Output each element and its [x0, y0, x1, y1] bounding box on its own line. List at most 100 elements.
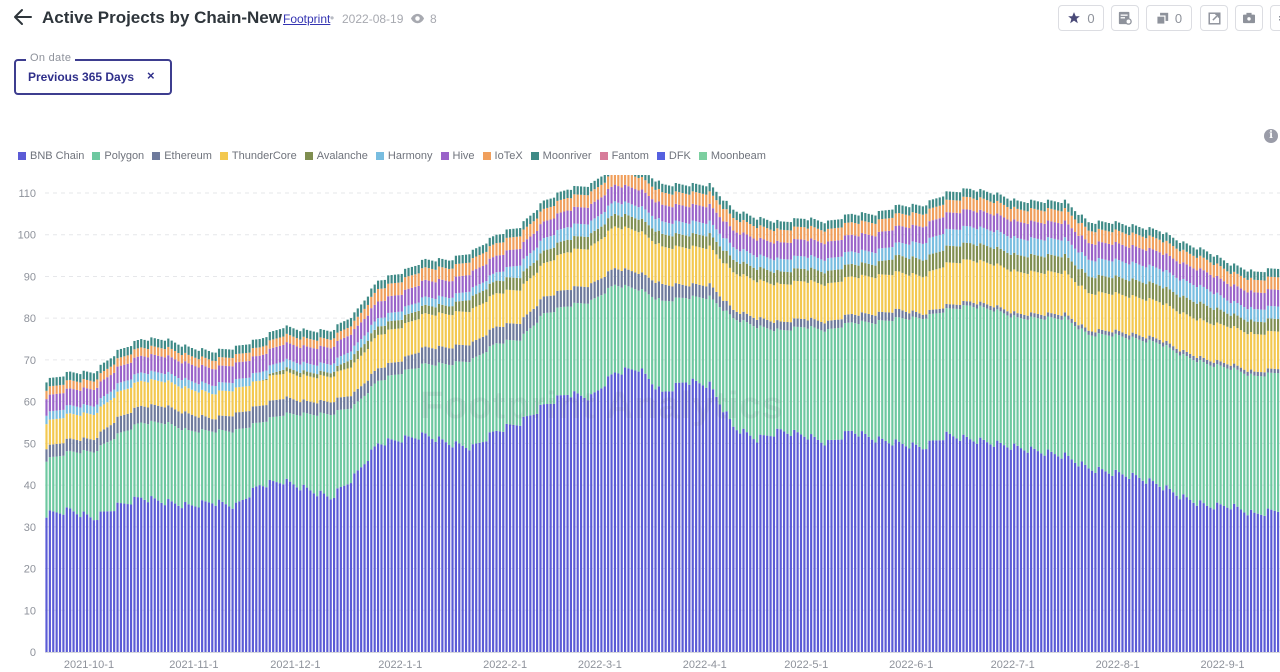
bar-segment — [1002, 196, 1006, 205]
legend-item[interactable]: ThunderCore — [219, 150, 297, 162]
bar-segment — [72, 405, 75, 415]
bar-segment — [975, 308, 979, 444]
bar-segment — [519, 265, 522, 279]
bar-segment — [887, 274, 891, 313]
bar-segment — [556, 213, 559, 231]
bar-segment — [783, 321, 786, 331]
bar-segment — [113, 422, 116, 440]
author-link[interactable]: Footprint — [283, 12, 330, 26]
bar-segment — [1141, 341, 1144, 481]
bar-segment — [431, 439, 434, 652]
bar-segment — [329, 331, 332, 340]
bar-segment — [163, 505, 166, 652]
bar-segment — [464, 275, 468, 293]
bar-segment — [214, 419, 217, 433]
bar-segment — [620, 187, 623, 205]
bar-segment — [962, 434, 965, 652]
bar-segment — [695, 204, 698, 222]
bar-segment — [546, 262, 549, 297]
bar-segment — [796, 432, 799, 652]
bar-segment — [1046, 208, 1050, 221]
view-sql-button[interactable] — [1111, 5, 1139, 31]
bar-segment — [701, 223, 704, 236]
bar-segment — [772, 222, 776, 232]
bar-segment — [1260, 322, 1263, 335]
duplicate-button[interactable]: 0 — [1146, 5, 1192, 31]
bar-segment — [437, 278, 441, 296]
bar-segment — [1080, 461, 1083, 652]
bar-segment — [261, 346, 265, 355]
bar-segment — [1006, 447, 1009, 652]
legend-item[interactable]: IoTeX — [482, 150, 523, 162]
bar-segment — [1050, 238, 1053, 255]
bar-segment — [464, 254, 468, 263]
bar-segment — [996, 230, 999, 247]
bar-segment — [461, 311, 464, 345]
bar-segment — [404, 369, 407, 436]
snapshot-button[interactable] — [1235, 5, 1263, 31]
bar-segment — [508, 289, 512, 324]
bar-segment — [373, 321, 376, 330]
bar-segment — [630, 216, 633, 230]
bar-segment — [1009, 271, 1012, 314]
back-arrow-icon[interactable] — [12, 6, 34, 28]
bar-segment — [1040, 202, 1043, 211]
legend-item[interactable]: DFK — [656, 150, 691, 162]
bar-segment — [596, 228, 600, 242]
legend-item[interactable]: Ethereum — [152, 150, 212, 162]
bar-segment — [353, 329, 356, 346]
bar-segment — [793, 429, 796, 652]
bar-segment — [996, 246, 999, 264]
bar-segment — [1145, 250, 1148, 268]
bar-segment — [590, 191, 593, 204]
bar-segment — [471, 249, 474, 259]
bar-segment — [914, 257, 918, 275]
legend-item[interactable]: Avalanche — [304, 150, 368, 162]
bar-segment — [478, 355, 481, 443]
legend-item[interactable]: Fantom — [599, 150, 649, 162]
bar-segment — [1212, 277, 1215, 295]
bar-segment — [1172, 308, 1175, 347]
bar-segment — [170, 373, 173, 383]
bar-segment — [576, 393, 579, 652]
clear-filter-icon[interactable]: × — [147, 68, 155, 83]
favorite-button[interactable]: 0 — [1058, 5, 1104, 31]
bar-segment — [552, 206, 556, 219]
bar-segment — [576, 248, 579, 287]
bar-segment — [759, 225, 762, 238]
date-filter[interactable]: On date Previous 365 Days × — [14, 52, 172, 95]
bar-segment — [925, 314, 928, 319]
share-button[interactable] — [1200, 5, 1228, 31]
bar-segment — [904, 206, 907, 215]
bar-segment — [508, 323, 512, 340]
legend-item[interactable]: BNB Chain — [18, 150, 84, 162]
bar-segment — [921, 319, 924, 450]
bar-segment — [458, 301, 461, 312]
bar-segment — [79, 415, 82, 441]
legend-item[interactable]: Moonriver — [530, 150, 592, 162]
bar-segment — [45, 424, 48, 450]
bar-segment — [356, 470, 359, 652]
bar-segment — [772, 243, 776, 261]
bar-segment — [938, 234, 941, 252]
bar-segment — [383, 279, 386, 289]
info-icon[interactable]: i — [1264, 129, 1278, 143]
bar-segment — [1243, 369, 1246, 374]
filter-value[interactable]: Previous 365 Days — [28, 70, 134, 84]
legend-item[interactable]: Harmony — [375, 150, 433, 162]
bar-segment — [96, 437, 99, 451]
bar-segment — [1182, 494, 1185, 652]
more-button[interactable] — [1270, 5, 1280, 31]
bar-segment — [1233, 284, 1236, 302]
bar-segment — [1131, 232, 1134, 245]
bar-segment — [265, 370, 268, 379]
duplicate-count: 0 — [1174, 10, 1183, 26]
legend-item[interactable]: Moonbeam — [698, 150, 766, 162]
legend-item[interactable]: Polygon — [92, 150, 144, 162]
bar-segment — [637, 232, 640, 274]
bar-segment — [1019, 201, 1023, 210]
bar-segment — [302, 484, 305, 652]
legend-item[interactable]: Hive — [440, 150, 475, 162]
bar-segment — [918, 318, 921, 447]
bar-segment — [749, 265, 752, 279]
